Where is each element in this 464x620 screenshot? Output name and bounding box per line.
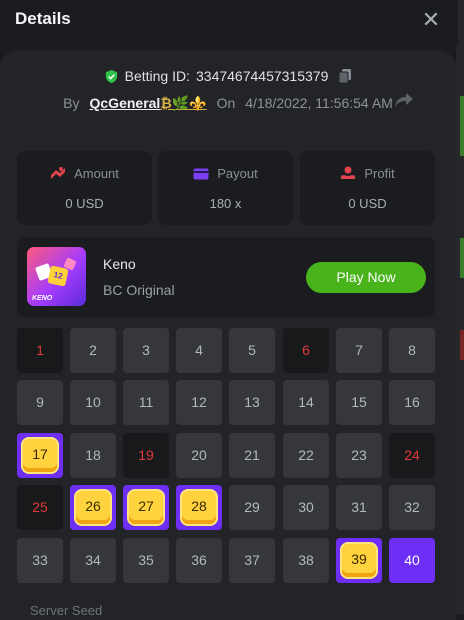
keno-cell: 22: [283, 433, 329, 478]
keno-cell: 34: [70, 538, 116, 583]
keno-cell: 16: [389, 380, 435, 425]
keno-cell: 36: [176, 538, 222, 583]
keno-cell: 13: [229, 380, 275, 425]
background-accent: [460, 96, 464, 156]
keno-cell: 26: [70, 485, 116, 530]
keno-cell: 40: [389, 538, 435, 583]
keno-cell: 8: [389, 328, 435, 373]
keno-cell: 12: [176, 380, 222, 425]
keno-cell: 4: [176, 328, 222, 373]
keno-cell: 31: [336, 485, 382, 530]
keno-cell: 5: [229, 328, 275, 373]
shield-check-icon: [105, 69, 117, 83]
keno-gem-number: 17: [23, 439, 57, 472]
profit-label-wrap: Profit: [300, 166, 435, 181]
server-seed-label: Server Seed: [30, 603, 103, 618]
profit-value: 0 USD: [348, 196, 387, 211]
keno-cell: 6: [283, 328, 329, 373]
keno-cell: 32: [389, 485, 435, 530]
keno-cell: 30: [283, 485, 329, 530]
close-icon[interactable]: ✕: [421, 9, 441, 31]
keno-cell: 29: [229, 485, 275, 530]
keno-cell: 7: [336, 328, 382, 373]
keno-cell: 19: [123, 433, 169, 478]
payout-label: Payout: [217, 166, 258, 181]
keno-cell: 18: [70, 433, 116, 478]
keno-grid: 1 2 3 4 5 6 7 8 9 10 11 12 13 14 15 16 17 18 19 20 21 22 23 24 2…: [17, 328, 437, 583]
amount-icon: [51, 167, 66, 179]
keno-cell: 9: [17, 380, 63, 425]
bet-owner-row: By QcGeneral₿🌿⚜️ On 4/18/2022, 11:56:54 AM: [0, 95, 456, 112]
payout-card-icon: [193, 168, 209, 180]
game-name: Keno: [103, 256, 136, 272]
keno-cell: 10: [70, 380, 116, 425]
dialog-title: Details: [15, 9, 71, 28]
keno-cell: 38: [283, 538, 329, 583]
betting-id-label: Betting ID:: [124, 68, 190, 84]
background-strip: [456, 0, 464, 614]
keno-gem-number: 26: [76, 491, 110, 524]
user-emojis: ₿🌿⚜️: [160, 95, 207, 111]
keno-gem-number: 39: [342, 544, 376, 577]
thumb-tile-number: 12: [47, 265, 69, 287]
keno-cell: 1: [17, 328, 63, 373]
profit-label: Profit: [364, 166, 395, 181]
background-accent: [460, 330, 464, 360]
keno-thumbnail: 12 KENO: [27, 247, 86, 306]
payout-card: Payout 180 x: [158, 151, 293, 225]
keno-cell: 14: [283, 380, 329, 425]
profit-card: Profit 0 USD: [300, 151, 435, 225]
keno-cell: 27: [123, 485, 169, 530]
keno-cell: 2: [70, 328, 116, 373]
keno-cell: 15: [336, 380, 382, 425]
profit-icon: [341, 166, 356, 179]
on-label: On: [216, 95, 236, 111]
user-link[interactable]: QcGeneral₿🌿⚜️: [90, 95, 207, 111]
keno-cell: 11: [123, 380, 169, 425]
stats-row: Amount 0 USD Payout 180 x Profit 0 USD: [17, 151, 435, 225]
game-card: 12 KENO Keno BC Original Play Now: [17, 237, 435, 317]
keno-cell: 3: [123, 328, 169, 373]
bet-datetime: 4/18/2022, 11:56:54 AM: [245, 95, 393, 111]
keno-cell: 23: [336, 433, 382, 478]
keno-cell: 33: [17, 538, 63, 583]
by-label: By: [63, 95, 80, 111]
amount-label-wrap: Amount: [17, 166, 152, 181]
play-now-button[interactable]: Play Now: [306, 262, 426, 293]
background-accent: [460, 238, 464, 278]
keno-cell: 35: [123, 538, 169, 583]
keno-cell: 21: [229, 433, 275, 478]
game-subtitle: BC Original: [103, 282, 175, 298]
keno-cell: 20: [176, 433, 222, 478]
username: QcGeneral: [89, 95, 161, 111]
keno-cell: 28: [176, 485, 222, 530]
amount-card: Amount 0 USD: [17, 151, 152, 225]
keno-gem-number: 27: [129, 491, 163, 524]
keno-cell: 24: [389, 433, 435, 478]
payout-value: 180 x: [209, 196, 242, 211]
keno-cell: 17: [17, 433, 63, 478]
keno-cell: 39: [336, 538, 382, 583]
keno-cell: 37: [229, 538, 275, 583]
betting-id-value: 33474674457315379: [196, 68, 329, 84]
thumb-label: KENO: [32, 295, 53, 302]
amount-label: Amount: [74, 166, 119, 181]
copy-icon[interactable]: [338, 68, 352, 84]
amount-value: 0 USD: [65, 196, 104, 211]
dialog-header: Details ✕: [0, 0, 458, 46]
keno-cell: 25: [17, 485, 63, 530]
keno-gem-number: 28: [182, 491, 216, 524]
betting-id-row: Betting ID: 33474674457315379: [0, 68, 456, 87]
payout-label-wrap: Payout: [158, 166, 293, 181]
